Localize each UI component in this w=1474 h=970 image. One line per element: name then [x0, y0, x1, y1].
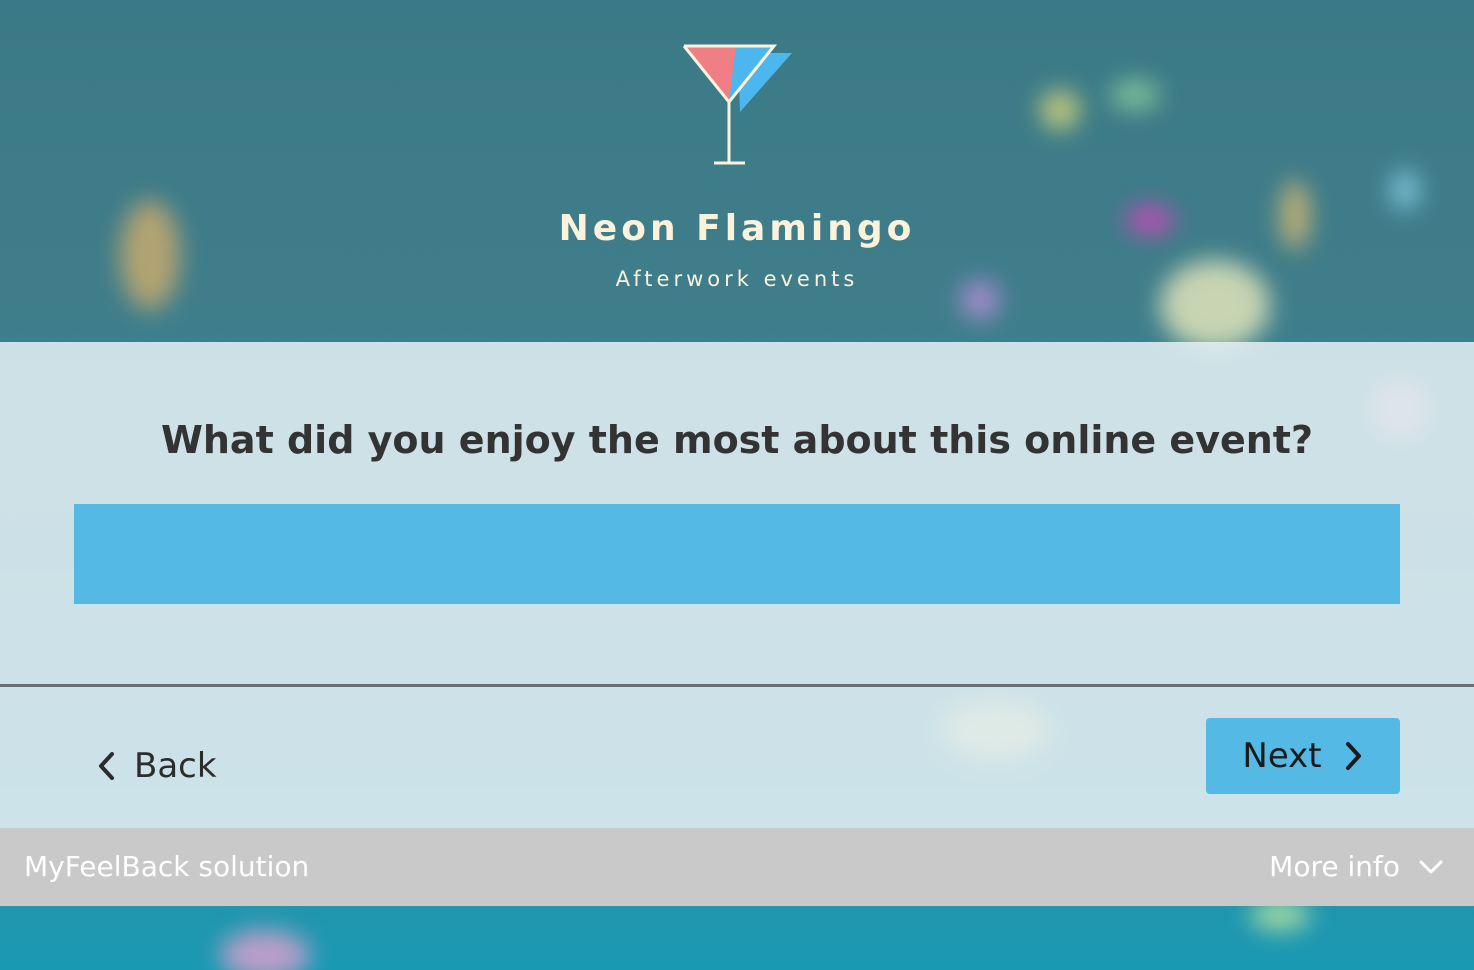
chevron-down-icon: [1418, 859, 1444, 875]
cocktail-glass-icon: [676, 40, 796, 170]
more-info-label: More info: [1269, 850, 1400, 883]
next-button-label: Next: [1242, 736, 1322, 776]
back-button-label: Back: [134, 746, 217, 786]
survey-panel: What did you enjoy the most about this o…: [0, 342, 1474, 828]
divider: [0, 684, 1474, 687]
next-button[interactable]: Next: [1206, 718, 1400, 794]
footer-brand-label: MyFeelBack solution: [24, 850, 310, 883]
more-info-button[interactable]: More info: [1269, 850, 1444, 883]
brand-title: Neon Flamingo: [558, 208, 916, 249]
brand-header: Neon Flamingo Afterwork events: [0, 0, 1474, 342]
chevron-right-icon: [1344, 740, 1364, 772]
brand-subtitle: Afterwork events: [615, 267, 859, 291]
background-bokeh: [220, 930, 310, 970]
chevron-left-icon: [96, 750, 116, 782]
back-button[interactable]: Back: [96, 740, 217, 792]
answer-input[interactable]: [74, 504, 1400, 604]
footer-bar: MyFeelBack solution More info: [0, 828, 1474, 906]
survey-question: What did you enjoy the most about this o…: [160, 418, 1314, 462]
